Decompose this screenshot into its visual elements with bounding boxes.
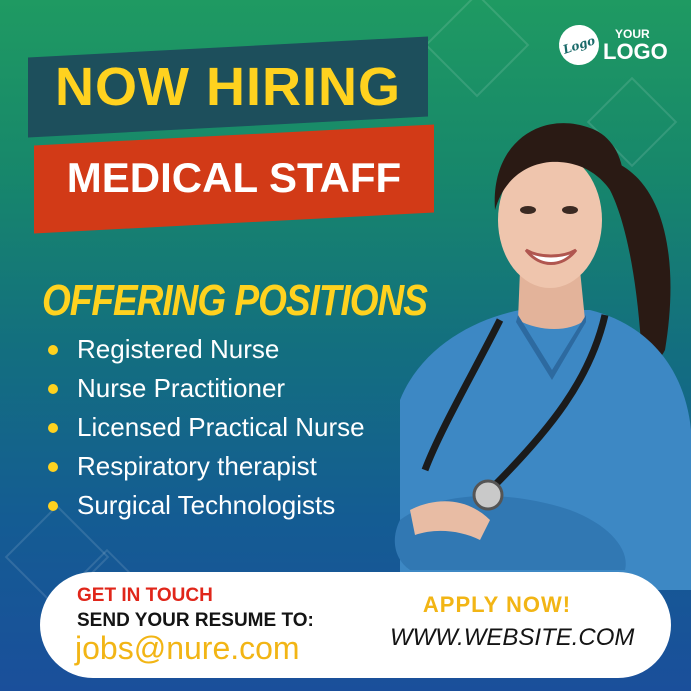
bullet-icon — [48, 461, 58, 472]
position-label: Registered Nurse — [77, 334, 280, 364]
position-item: Nurse Practitioner — [48, 369, 365, 408]
position-label: Respiratory therapist — [77, 451, 317, 481]
position-item: Licensed Practical Nurse — [48, 408, 365, 447]
hiring-poster: Logo YOUR LOGO NOW HIRING MEDICAL STAFF … — [0, 0, 691, 691]
send-resume-label: SEND YOUR RESUME TO: — [77, 610, 314, 631]
position-label: Nurse Practitioner — [77, 373, 286, 403]
company-logo: Logo YOUR LOGO — [553, 19, 668, 71]
logo-logo-text: LOGO — [603, 39, 668, 64]
bullet-icon — [48, 344, 58, 355]
headline-medical-staff: MEDICAL STAFF — [66, 154, 402, 201]
headline-now-hiring: NOW HIRING — [55, 57, 401, 117]
position-item: Surgical Technologists — [48, 486, 365, 525]
logo-mark-icon: Logo — [553, 19, 605, 71]
bullet-icon — [48, 383, 58, 394]
bullet-icon — [48, 500, 58, 511]
position-item: Respiratory therapist — [48, 447, 365, 486]
bullet-icon — [48, 422, 58, 433]
contact-email[interactable]: jobs@nure.com — [75, 630, 300, 667]
positions-heading: OFFERING POSITIONS — [42, 276, 428, 325]
positions-list: Registered Nurse Nurse Practitioner Lice… — [48, 330, 365, 525]
position-label: Licensed Practical Nurse — [77, 412, 365, 442]
nurse-photo — [394, 123, 691, 590]
position-item: Registered Nurse — [48, 330, 365, 369]
website-link[interactable]: WWW.WEBSITE.COM — [390, 624, 634, 652]
position-label: Surgical Technologists — [77, 490, 336, 520]
apply-now-label: APPLY NOW! — [422, 592, 572, 617]
get-in-touch-label: GET IN TOUCH — [77, 585, 213, 606]
